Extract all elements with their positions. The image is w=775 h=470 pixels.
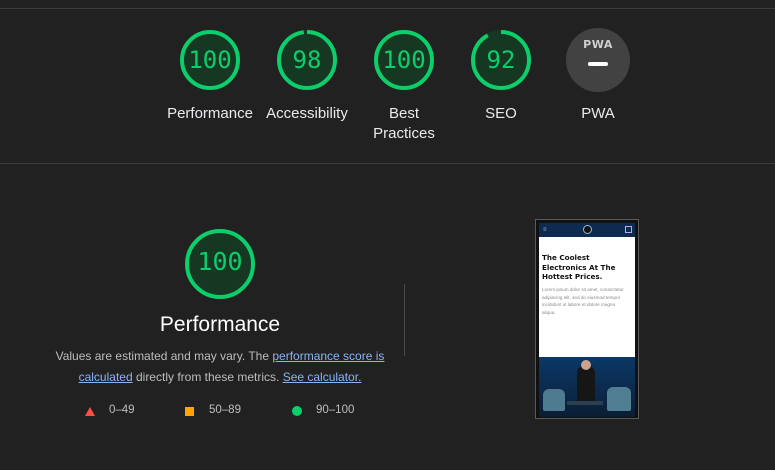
average-square-icon: [185, 407, 194, 416]
gauge-label: Accessibility: [266, 105, 348, 122]
pass-circle-icon: [292, 406, 302, 416]
site-body-text: Lorem ipsum dolor sit amet, consectetur …: [542, 287, 624, 315]
photo-person: [577, 365, 595, 405]
performance-title: Performance: [159, 313, 281, 336]
legend-range: 50–89: [209, 404, 241, 416]
fail-triangle-icon: [85, 407, 95, 416]
description-middle: directly from these metrics.: [132, 370, 283, 384]
pwa-badge-text: PWA: [583, 38, 613, 51]
gauge-label: SEO: [485, 105, 517, 122]
gauge-accessibility[interactable]: 98 Accessibility: [252, 28, 362, 124]
site-heading: The Coolest Electronics At The Hottest P…: [542, 253, 616, 282]
gauge-best-practices[interactable]: 100 Best Practices: [349, 28, 459, 144]
gauge-seo[interactable]: 92 SEO: [446, 28, 556, 124]
gauge-label: Best Practices: [373, 105, 435, 142]
description-prefix: Values are estimated and may vary. The: [55, 349, 273, 363]
gauge-performance[interactable]: 100 Performance: [155, 28, 265, 124]
performance-description: Values are estimated and may vary. The p…: [40, 346, 400, 388]
final-screenshot-thumbnail[interactable]: ≡ The Coolest Electronics At The Hottest…: [535, 219, 639, 419]
site-header: ≡: [539, 223, 635, 237]
photo-table: [567, 401, 603, 405]
legend-range: 90–100: [316, 404, 355, 416]
gauge-score: 98: [292, 46, 322, 74]
menu-icon: ≡: [543, 227, 547, 233]
hero-photo: [539, 357, 635, 417]
cart-icon: [625, 226, 632, 233]
vertical-separator: [404, 284, 405, 356]
performance-score: 100: [197, 247, 243, 276]
gauge-pwa[interactable]: PWA PWA: [543, 28, 653, 124]
legend-range: 0–49: [109, 404, 135, 416]
site-logo-icon: [583, 225, 592, 234]
pwa-badge-icon: PWA: [566, 28, 630, 92]
see-calculator-link[interactable]: See calculator.: [283, 370, 362, 384]
photo-chair: [607, 387, 631, 411]
photo-chair: [543, 389, 565, 411]
gauge-score: 100: [188, 46, 232, 74]
gauge-score: 92: [486, 46, 516, 74]
gauge-label: PWA: [581, 105, 615, 122]
score-legend: 0–49 50–89 90–100: [0, 404, 440, 422]
gauge-score: 100: [382, 46, 426, 74]
photo-person-head: [581, 360, 591, 370]
performance-gauge: 100: [183, 227, 257, 301]
section-divider: [0, 163, 775, 164]
gauge-label: Performance: [167, 105, 253, 122]
pwa-dash-icon: [588, 62, 608, 66]
category-gauges: 100 Performance 98 Accessibility 100 Bes…: [0, 0, 775, 163]
